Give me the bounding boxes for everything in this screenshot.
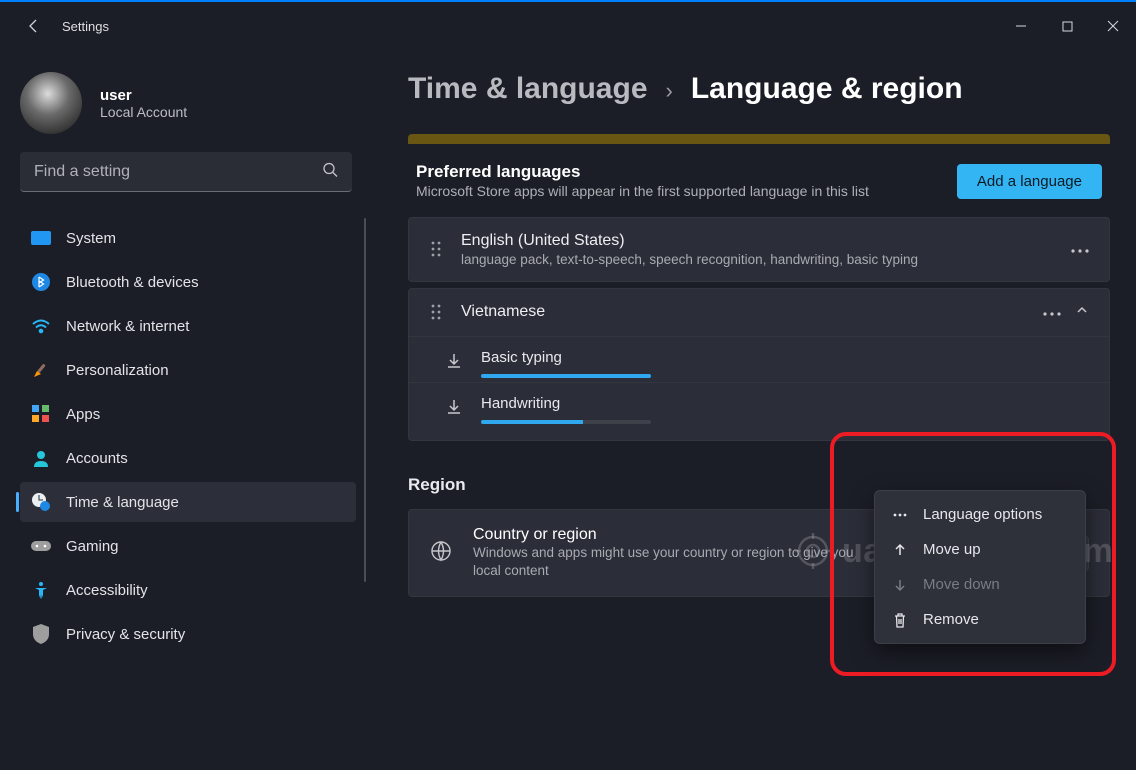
gamepad-icon <box>30 535 52 557</box>
trash-icon <box>891 612 909 628</box>
sidebar-item-label: Accounts <box>66 450 128 467</box>
sidebar-item-personalization[interactable]: Personalization <box>20 350 356 390</box>
main-content: Time & language › Language & region Pref… <box>372 50 1136 770</box>
drag-handle-icon[interactable] <box>429 303 443 321</box>
language-detail: language pack, text-to-speech, speech re… <box>461 252 918 267</box>
sidebar-item-time-language[interactable]: Time & language <box>20 482 356 522</box>
ctx-label: Move down <box>923 576 1000 593</box>
download-icon <box>445 398 463 421</box>
info-banner <box>408 134 1110 144</box>
sidebar-item-label: Bluetooth & devices <box>66 274 199 291</box>
ctx-remove[interactable]: Remove <box>875 602 1085 637</box>
preferred-subtitle: Microsoft Store apps will appear in the … <box>416 182 869 201</box>
sidebar-item-accessibility[interactable]: Accessibility <box>20 570 356 610</box>
search-wrap <box>20 152 352 192</box>
search-icon <box>322 162 338 183</box>
user-subtitle: Local Account <box>100 104 187 120</box>
progress-bar <box>481 420 651 424</box>
titlebar: Settings <box>0 2 1136 50</box>
paintbrush-icon <box>30 359 52 381</box>
sidebar-item-label: Time & language <box>66 494 179 511</box>
app-title: Settings <box>62 19 109 34</box>
maximize-button[interactable] <box>1044 8 1090 44</box>
page-title: Language & region <box>691 72 963 106</box>
bluetooth-icon <box>30 271 52 293</box>
search-input[interactable] <box>20 152 352 192</box>
display-icon <box>30 227 52 249</box>
wifi-icon <box>30 315 52 337</box>
ctx-label: Language options <box>923 506 1042 523</box>
ctx-label: Remove <box>923 611 979 628</box>
sidebar-item-label: Network & internet <box>66 318 189 335</box>
language-component-row: Handwriting <box>409 382 1109 440</box>
ctx-move-down: Move down <box>875 567 1085 602</box>
user-block[interactable]: user Local Account <box>0 50 372 152</box>
sidebar-item-bluetooth[interactable]: Bluetooth & devices <box>20 262 356 302</box>
language-name: English (United States) <box>461 232 918 250</box>
back-button[interactable] <box>20 12 48 40</box>
language-name: Vietnamese <box>461 303 545 321</box>
nav-list: System Bluetooth & devices Network & int… <box>0 214 372 658</box>
more-options-button[interactable] <box>1071 240 1089 258</box>
breadcrumb-parent[interactable]: Time & language <box>408 72 648 106</box>
progress-bar <box>481 374 651 378</box>
ctx-label: Move up <box>923 541 981 558</box>
sidebar-item-privacy[interactable]: Privacy & security <box>20 614 356 654</box>
shield-icon <box>30 623 52 645</box>
sidebar-item-label: Privacy & security <box>66 626 185 643</box>
sidebar-item-label: Apps <box>66 406 100 423</box>
sidebar: user Local Account System Bluetooth & <box>0 50 372 770</box>
clock-globe-icon <box>30 491 52 513</box>
region-subtitle: Windows and apps might use your country … <box>473 544 873 580</box>
component-label: Handwriting <box>481 395 1089 412</box>
sidebar-item-label: Personalization <box>66 362 169 379</box>
apps-icon <box>30 403 52 425</box>
component-label: Basic typing <box>481 349 1089 366</box>
add-language-button[interactable]: Add a language <box>957 164 1102 199</box>
ctx-language-options[interactable]: Language options <box>875 497 1085 532</box>
breadcrumb: Time & language › Language & region <box>408 72 1110 106</box>
person-icon <box>30 447 52 469</box>
accessibility-icon <box>30 579 52 601</box>
window-controls <box>998 8 1136 44</box>
user-name: user <box>100 87 187 104</box>
more-icon <box>891 513 909 517</box>
context-menu: Language options Move up Move down Remov… <box>874 490 1086 644</box>
language-component-row: Basic typing <box>409 336 1109 382</box>
close-button[interactable] <box>1090 8 1136 44</box>
globe-icon <box>429 539 453 568</box>
language-card-english[interactable]: English (United States) language pack, t… <box>408 217 1110 282</box>
arrow-up-icon <box>891 543 909 557</box>
chevron-right-icon: › <box>666 78 673 104</box>
sidebar-item-gaming[interactable]: Gaming <box>20 526 356 566</box>
sidebar-item-accounts[interactable]: Accounts <box>20 438 356 478</box>
sidebar-item-label: Gaming <box>66 538 119 555</box>
drag-handle-icon[interactable] <box>429 240 443 258</box>
sidebar-item-system[interactable]: System <box>20 218 356 258</box>
ctx-move-up[interactable]: Move up <box>875 532 1085 567</box>
chevron-up-icon[interactable] <box>1075 303 1089 322</box>
sidebar-item-apps[interactable]: Apps <box>20 394 356 434</box>
sidebar-item-network[interactable]: Network & internet <box>20 306 356 346</box>
arrow-down-icon <box>891 578 909 592</box>
sidebar-item-label: System <box>66 230 116 247</box>
preferred-languages-header: Preferred languages Microsoft Store apps… <box>408 162 1110 201</box>
more-options-button[interactable] <box>1043 303 1061 321</box>
language-card-vietnamese[interactable]: Vietnamese <box>408 288 1110 441</box>
download-icon <box>445 352 463 375</box>
avatar <box>20 72 82 134</box>
minimize-button[interactable] <box>998 8 1044 44</box>
sidebar-item-label: Accessibility <box>66 582 148 599</box>
preferred-title: Preferred languages <box>416 162 869 182</box>
